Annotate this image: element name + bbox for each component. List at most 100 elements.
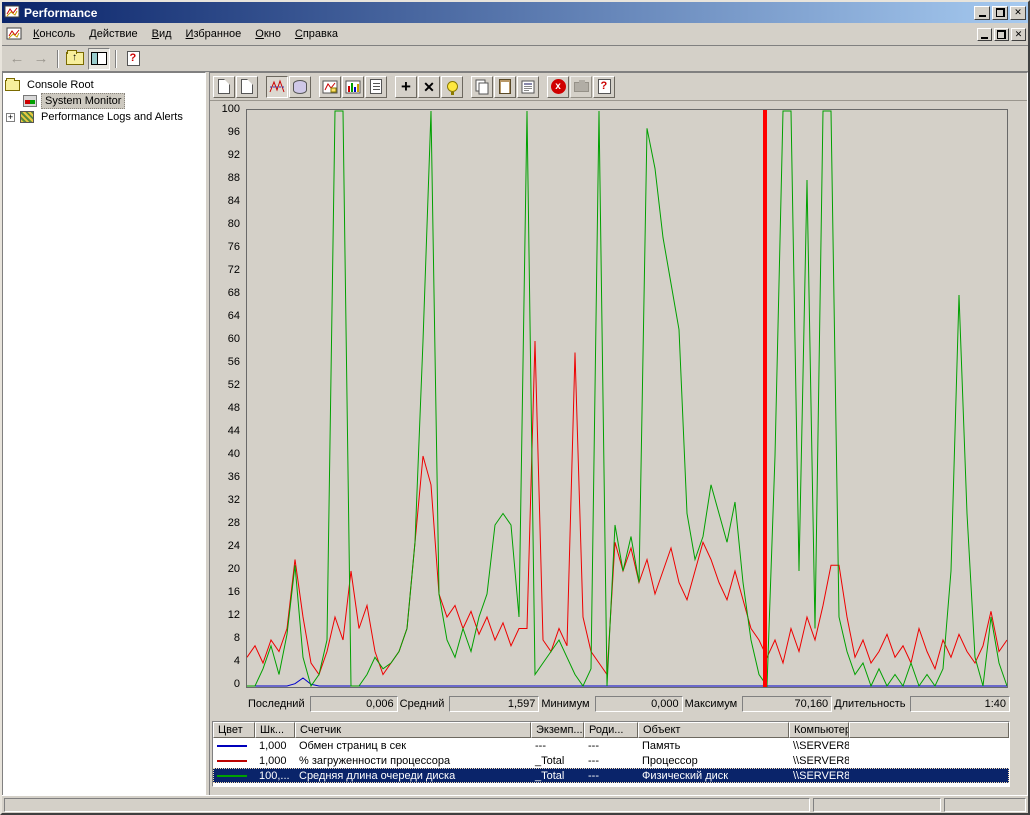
menu-deystvie[interactable]: Действие: [82, 25, 144, 43]
view-current-activity-button[interactable]: [266, 75, 288, 98]
paste-counter-list-button[interactable]: [494, 75, 516, 98]
view-log-data-button[interactable]: [289, 75, 311, 98]
stat-label-2: Минимум: [541, 698, 590, 710]
restore-button[interactable]: [992, 5, 1008, 20]
expand-plus-icon[interactable]: +: [6, 112, 15, 122]
help-topics-button[interactable]: ?: [122, 48, 144, 70]
legend-column-2[interactable]: Счетчик: [295, 722, 531, 738]
view-histogram-button[interactable]: [342, 75, 364, 98]
view-graph-button[interactable]: [319, 75, 341, 98]
title-bar[interactable]: Performance ✕: [2, 2, 1028, 23]
system-monitor-toolbar: + ✕ x ?: [210, 73, 1027, 101]
legend-cell-object: Процессор: [642, 754, 698, 767]
back-button[interactable]: ←: [6, 48, 28, 70]
y-tick-48: 48: [227, 402, 240, 414]
highlight-button[interactable]: [441, 75, 463, 98]
console-tree-pane: Console Root System Monitor + Performanc…: [2, 72, 206, 799]
legend-row-2[interactable]: 100,... Средняя длина очереди диска _Total…: [213, 768, 1009, 783]
chart-svg: [247, 110, 1007, 687]
legend-column-4[interactable]: Роди...: [584, 722, 638, 738]
legend-cell-computer: \\SERVER8: [793, 769, 849, 782]
counter-color-line: [217, 774, 247, 777]
tree-item-system-monitor[interactable]: System Monitor: [21, 93, 203, 109]
legend-column-6[interactable]: Компьютер: [789, 722, 849, 738]
freeze-display-button[interactable]: x: [547, 75, 569, 98]
forward-button[interactable]: →: [30, 48, 52, 70]
series-cpu-percent: [247, 340, 1007, 676]
properties-icon: [521, 80, 535, 93]
legend-cell-instance: _Total: [535, 769, 565, 782]
delete-counter-button[interactable]: ✕: [418, 75, 440, 98]
y-tick-80: 80: [227, 218, 240, 230]
stat-label-3: Максимум: [684, 698, 738, 710]
new-page-icon: [218, 79, 230, 94]
console-tree-icon: [91, 52, 107, 65]
clear-display-button[interactable]: [236, 75, 258, 98]
legend-row-0[interactable]: 1,000 Обмен страниц в сек --- --- Память \\SE…: [213, 738, 1009, 753]
legend-row-1[interactable]: 1,000 % загруженности процессора _Total ---…: [213, 753, 1009, 768]
plus-icon: +: [401, 77, 411, 96]
y-tick-0: 0: [233, 678, 240, 690]
help-icon: ?: [597, 79, 611, 94]
console-toolbar: ← → ↑ ?: [2, 46, 1028, 72]
menu-izbrannoe[interactable]: Избранное: [179, 25, 249, 43]
legend-cell-instance: ---: [535, 739, 546, 752]
y-tick-8: 8: [233, 632, 240, 644]
child-restore-button[interactable]: [994, 27, 1009, 41]
legend-header: Цвет Шк... Счетчик Экземп... Роди... Объект Ко…: [213, 722, 1009, 738]
add-counters-button[interactable]: +: [395, 75, 417, 98]
menu-okno[interactable]: Окно: [248, 25, 288, 43]
y-tick-24: 24: [227, 540, 240, 552]
copy-properties-button[interactable]: [471, 75, 493, 98]
stat-value-4: 1:40: [910, 696, 1010, 712]
legend-cell-object: Физический диск: [642, 769, 729, 782]
close-button[interactable]: ✕: [1010, 5, 1026, 20]
legend-cell-counter: Средняя длина очереди диска: [299, 769, 456, 782]
y-tick-100: 100: [221, 103, 240, 115]
back-arrow-icon: ←: [9, 50, 25, 67]
y-tick-20: 20: [227, 563, 240, 575]
y-tick-4: 4: [233, 655, 240, 667]
stat-label-4: Длительность: [834, 698, 906, 710]
stat-label-1: Средний: [399, 698, 445, 710]
child-close-button[interactable]: ✕: [1011, 27, 1026, 41]
system-monitor-pane: + ✕ x ? 100 96 92 88 84 80 76 72 68 64 60 56 52 48 44 4…: [209, 72, 1028, 799]
properties-button[interactable]: [517, 75, 539, 98]
y-tick-28: 28: [227, 517, 240, 529]
tree-item-console-root[interactable]: Console Root: [5, 77, 203, 93]
legend-column-0[interactable]: Цвет: [213, 722, 255, 738]
menu-vid[interactable]: Вид: [145, 25, 179, 43]
color-swatch-cell: [213, 759, 255, 762]
tree-label-console-root: Console Root: [27, 79, 94, 91]
legend-column-1[interactable]: Шк...: [255, 722, 295, 738]
stats-row: Последний 0,006 Средний 1,597 Минимум 0,000 Ма…: [246, 695, 1010, 713]
counter-legend: Цвет Шк... Счетчик Экземп... Роди... Объект Ко…: [212, 721, 1010, 787]
menu-spravka[interactable]: Справка: [288, 25, 345, 43]
show-hide-tree-button[interactable]: [88, 47, 110, 70]
delete-x-icon: ✕: [423, 78, 435, 95]
stat-value-0: 0,006: [309, 696, 398, 712]
status-panel-2: [944, 797, 1026, 812]
stat-value-3: 70,160: [742, 696, 833, 712]
legend-cell-scale: 100,...: [259, 769, 290, 782]
minimize-button[interactable]: [974, 5, 990, 20]
stat-value-1: 1,597: [449, 696, 540, 712]
menu-konsol[interactable]: Консоль: [26, 25, 82, 43]
monitor-help-button[interactable]: ?: [593, 75, 615, 98]
legend-column-7[interactable]: [849, 722, 1009, 738]
legend-column-3[interactable]: Экземп...: [531, 722, 584, 738]
y-tick-88: 88: [227, 172, 240, 184]
update-data-button[interactable]: [570, 75, 592, 98]
help-icon: ?: [126, 51, 140, 66]
legend-column-5[interactable]: Объект: [638, 722, 789, 738]
y-tick-84: 84: [227, 195, 240, 207]
child-minimize-button[interactable]: [977, 27, 992, 41]
new-counter-set-button[interactable]: [213, 75, 235, 98]
y-tick-76: 76: [227, 241, 240, 253]
lightbulb-icon: [446, 81, 458, 95]
up-one-level-button[interactable]: ↑: [64, 48, 86, 70]
legend-cell-instance: _Total: [535, 754, 565, 767]
clear-page-icon: [241, 79, 253, 94]
view-report-button[interactable]: [365, 75, 387, 98]
tree-item-perf-logs[interactable]: + Performance Logs and Alerts: [5, 109, 203, 125]
